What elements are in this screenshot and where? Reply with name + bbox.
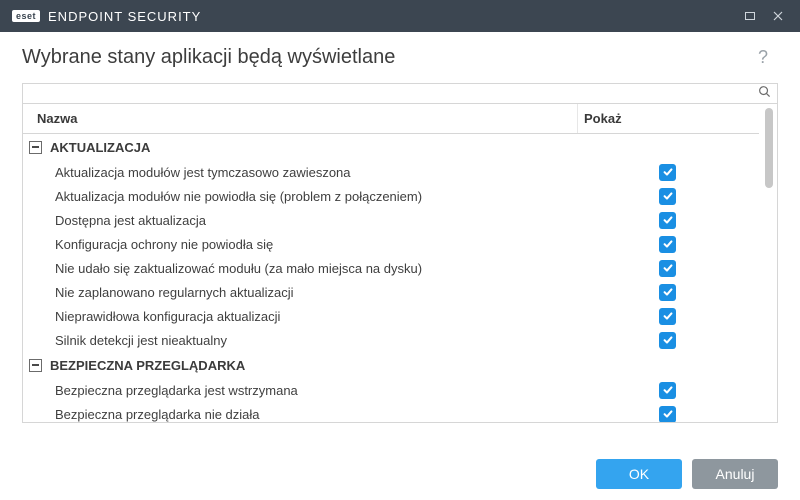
close-button[interactable] [764, 2, 792, 30]
show-checkbox[interactable] [659, 406, 676, 423]
state-name: Nie zaplanowano regularnych aktualizacji [23, 285, 577, 300]
table-row: Aktualizacja modułów nie powiodła się (p… [23, 184, 759, 208]
collapse-icon[interactable] [29, 359, 42, 372]
state-name: Aktualizacja modułów nie powiodła się (p… [23, 189, 577, 204]
table-row: Aktualizacja modułów jest tymczasowo zaw… [23, 160, 759, 184]
show-checkbox[interactable] [659, 236, 676, 253]
dialog-footer: OK Anuluj [0, 448, 800, 500]
search-icon [758, 85, 771, 103]
group-title: AKTUALIZACJA [50, 140, 150, 155]
table-row: Nie zaplanowano regularnych aktualizacji [23, 280, 759, 304]
show-checkbox[interactable] [659, 332, 676, 349]
state-name: Bezpieczna przeglądarka nie działa [23, 407, 577, 422]
brand-badge: eset [12, 10, 40, 22]
group-title: BEZPIECZNA PRZEGLĄDARKA [50, 358, 245, 373]
show-checkbox[interactable] [659, 308, 676, 325]
dialog-header: Wybrane stany aplikacji będą wyświetlane… [0, 32, 800, 77]
table-row: Nieprawidłowa konfiguracja aktualizacji [23, 304, 759, 328]
collapse-icon[interactable] [29, 141, 42, 154]
help-icon[interactable]: ? [756, 47, 770, 68]
table-row: Dostępna jest aktualizacja [23, 208, 759, 232]
state-name: Nieprawidłowa konfiguracja aktualizacji [23, 309, 577, 324]
state-name: Bezpieczna przeglądarka jest wstrzymana [23, 383, 577, 398]
scrollbar-thumb[interactable] [765, 108, 773, 188]
column-header-show[interactable]: Pokaż [577, 104, 759, 133]
state-name: Nie udało się zaktualizować modułu (za m… [23, 261, 577, 276]
states-table: Nazwa Pokaż AKTUALIZACJA Aktualizacja mod… [22, 103, 778, 423]
table-row: Nie udało się zaktualizować modułu (za m… [23, 256, 759, 280]
ok-button[interactable]: OK [596, 459, 682, 489]
state-name: Dostępna jest aktualizacja [23, 213, 577, 228]
show-checkbox[interactable] [659, 164, 676, 181]
minimize-button[interactable] [736, 2, 764, 30]
show-checkbox[interactable] [659, 212, 676, 229]
group-row[interactable]: BEZPIECZNA PRZEGLĄDARKA [23, 352, 759, 378]
show-checkbox[interactable] [659, 260, 676, 277]
table-row: Silnik detekcji jest nieaktualny [23, 328, 759, 352]
cancel-button[interactable]: Anuluj [692, 459, 778, 489]
table-header: Nazwa Pokaż [23, 104, 759, 134]
group-row[interactable]: AKTUALIZACJA [23, 134, 759, 160]
show-checkbox[interactable] [659, 188, 676, 205]
search-bar[interactable] [22, 83, 778, 103]
page-title: Wybrane stany aplikacji będą wyświetlane [22, 46, 756, 69]
show-checkbox[interactable] [659, 284, 676, 301]
table-row: Konfiguracja ochrony nie powiodła się [23, 232, 759, 256]
table-row: Bezpieczna przeglądarka nie działa [23, 402, 759, 422]
state-name: Konfiguracja ochrony nie powiodła się [23, 237, 577, 252]
state-name: Silnik detekcji jest nieaktualny [23, 333, 577, 348]
titlebar: eset ENDPOINT SECURITY [0, 0, 800, 32]
show-checkbox[interactable] [659, 382, 676, 399]
column-header-name[interactable]: Nazwa [23, 111, 577, 126]
state-name: Aktualizacja modułów jest tymczasowo zaw… [23, 165, 577, 180]
scrollbar[interactable] [759, 104, 777, 422]
table-row: Bezpieczna przeglądarka jest wstrzymana [23, 378, 759, 402]
brand-text: ENDPOINT SECURITY [48, 9, 201, 24]
